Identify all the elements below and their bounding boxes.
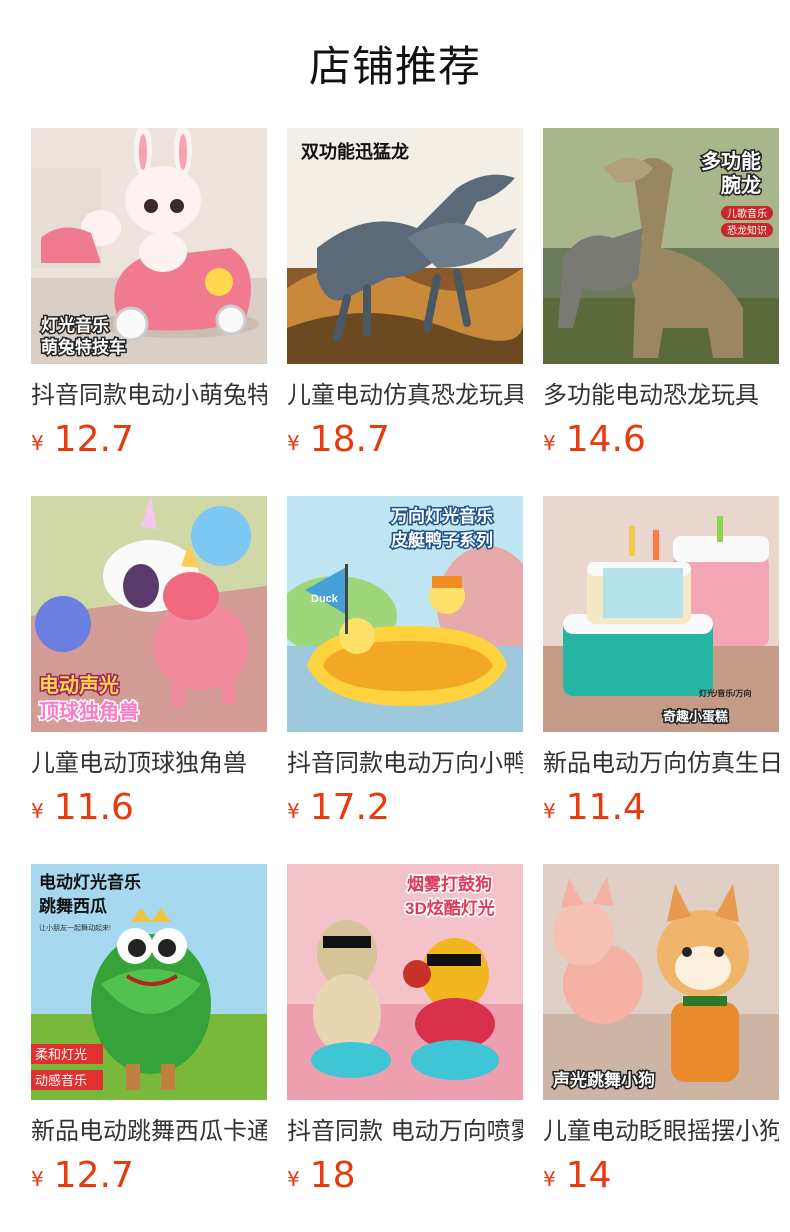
product-title[interactable]: 儿童电动顶球独角兽 [31, 746, 267, 780]
product-card[interactable]: 声光跳舞小狗 儿童电动眨眼摇摆小狗 ¥ 14 [543, 864, 779, 1232]
watermelon-dancer-icon: 电动灯光音乐 跳舞西瓜 让小朋友一起舞动起来! 柔和灯光 动感音乐 [31, 864, 267, 1100]
product-title[interactable]: 多功能电动恐龙玩具 [543, 378, 779, 412]
product-price: ¥ 12.7 [31, 419, 267, 460]
image-caption-2: 皮艇鸭子系列 [391, 530, 493, 550]
unicorn-ball-icon: 电动声光 顶球独角兽 [31, 496, 267, 732]
currency-symbol: ¥ [543, 799, 556, 823]
price-value: 11.4 [565, 787, 646, 828]
image-caption-1: 多功能 [701, 149, 761, 173]
image-caption-1: 电动灯光音乐 [39, 872, 141, 892]
brachiosaurus-icon: 多功能 腕龙 儿歌音乐 恐龙知识 [543, 128, 779, 364]
product-title[interactable]: 抖音同款 电动万向喷雾打鼓狗 [287, 1114, 523, 1148]
product-price: ¥ 14.6 [543, 419, 779, 460]
image-caption-1: 灯光音乐 [41, 315, 109, 335]
product-grid: 灯光音乐 萌兔特技车 抖音同款电动小萌兔特技车 ¥ 12.7 双功能迅猛龙 儿童… [31, 128, 780, 1232]
image-caption-1: 万向灯光音乐 [390, 506, 493, 526]
product-price: ¥ 14 [543, 1155, 779, 1196]
image-caption-2: 腕龙 [720, 173, 761, 197]
price-value: 14 [565, 1155, 612, 1196]
currency-symbol: ¥ [287, 799, 300, 823]
image-caption-1: 电动声光 [39, 673, 119, 697]
section-header: 店铺推荐 [0, 0, 790, 128]
bunny-scooter-icon: 灯光音乐 萌兔特技车 [31, 128, 267, 364]
price-value: 11.6 [53, 787, 134, 828]
product-title[interactable]: 抖音同款电动小萌兔特技车 [31, 378, 267, 412]
product-card[interactable]: 烟雾打鼓狗 3D炫酷灯光 抖音同款 电动万向喷雾打鼓狗 ¥ 18 [287, 864, 523, 1232]
page-title: 店铺推荐 [308, 41, 481, 91]
price-value: 17.2 [309, 787, 390, 828]
product-price: ¥ 18.7 [287, 419, 523, 460]
image-badge-2: 恐龙知识 [727, 224, 767, 237]
image-caption-3: 让小朋友一起舞动起来! [39, 923, 111, 932]
product-image[interactable]: 声光跳舞小狗 [543, 864, 779, 1100]
product-card[interactable]: 灯光音乐 萌兔特技车 抖音同款电动小萌兔特技车 ¥ 12.7 [31, 128, 267, 496]
product-card[interactable]: 奇趣小蛋糕 灯光/音乐/万向 新品电动万向仿真生日蛋糕 ¥ 11.4 [543, 496, 779, 864]
product-image[interactable]: 灯光音乐 萌兔特技车 [31, 128, 267, 364]
product-image[interactable]: 电动声光 顶球独角兽 [31, 496, 267, 732]
image-caption-2: 3D炫酷灯光 [405, 898, 495, 918]
product-title[interactable]: 新品电动跳舞西瓜卡通 [31, 1114, 267, 1148]
price-value: 12.7 [53, 1155, 134, 1196]
currency-symbol: ¥ [543, 1167, 556, 1191]
product-price: ¥ 11.4 [543, 787, 779, 828]
product-image[interactable]: 烟雾打鼓狗 3D炫酷灯光 [287, 864, 523, 1100]
product-card[interactable]: 电动灯光音乐 跳舞西瓜 让小朋友一起舞动起来! 柔和灯光 动感音乐 新品电动跳舞… [31, 864, 267, 1232]
image-caption-1: 灯光/音乐/万向 [699, 688, 751, 698]
price-value: 18.7 [309, 419, 390, 460]
image-badge-1: 柔和灯光 [35, 1047, 87, 1062]
image-caption-2: 萌兔特技车 [41, 337, 126, 357]
image-badge-1: 儿歌音乐 [727, 207, 767, 220]
product-image[interactable]: 双功能迅猛龙 [287, 128, 523, 364]
product-card[interactable]: Duck 万向灯光音乐 皮艇鸭子系列 抖音同款电动万向小鸭 ¥ 17.2 [287, 496, 523, 864]
image-caption-2: 奇趣小蛋糕 [663, 709, 728, 724]
product-image[interactable]: Duck 万向灯光音乐 皮艇鸭子系列 [287, 496, 523, 732]
price-value: 12.7 [53, 419, 134, 460]
image-caption-1: 双功能迅猛龙 [301, 141, 409, 162]
price-value: 14.6 [565, 419, 646, 460]
product-price: ¥ 12.7 [31, 1155, 267, 1196]
raptor-dinosaur-icon: 双功能迅猛龙 [287, 128, 523, 364]
birthday-cake-icon: 奇趣小蛋糕 灯光/音乐/万向 [543, 496, 779, 732]
product-price: ¥ 11.6 [31, 787, 267, 828]
drumming-dog-icon: 烟雾打鼓狗 3D炫酷灯光 [287, 864, 523, 1100]
image-caption-2: 跳舞西瓜 [39, 896, 107, 916]
currency-symbol: ¥ [31, 799, 44, 823]
product-card[interactable]: 多功能 腕龙 儿歌音乐 恐龙知识 多功能电动恐龙玩具 ¥ 14.6 [543, 128, 779, 496]
product-card[interactable]: 电动声光 顶球独角兽 儿童电动顶球独角兽 ¥ 11.6 [31, 496, 267, 864]
product-image[interactable]: 奇趣小蛋糕 灯光/音乐/万向 [543, 496, 779, 732]
product-title[interactable]: 儿童电动仿真恐龙玩具 [287, 378, 523, 412]
image-caption-1: 声光跳舞小狗 [552, 1070, 655, 1090]
product-price: ¥ 18 [287, 1155, 523, 1196]
currency-symbol: ¥ [543, 431, 556, 455]
currency-symbol: ¥ [287, 431, 300, 455]
product-title[interactable]: 抖音同款电动万向小鸭 [287, 746, 523, 780]
product-title[interactable]: 新品电动万向仿真生日蛋糕 [543, 746, 779, 780]
currency-symbol: ¥ [287, 1167, 300, 1191]
product-price: ¥ 17.2 [287, 787, 523, 828]
image-caption-2: 顶球独角兽 [39, 699, 139, 723]
image-flag-text: Duck [311, 593, 339, 605]
image-caption-1: 烟雾打鼓狗 [407, 874, 492, 894]
product-card[interactable]: 双功能迅猛龙 儿童电动仿真恐龙玩具 ¥ 18.7 [287, 128, 523, 496]
product-image[interactable]: 电动灯光音乐 跳舞西瓜 让小朋友一起舞动起来! 柔和灯光 动感音乐 [31, 864, 267, 1100]
image-badge-2: 动感音乐 [35, 1073, 87, 1088]
duck-boat-icon: Duck 万向灯光音乐 皮艇鸭子系列 [287, 496, 523, 732]
product-image[interactable]: 多功能 腕龙 儿歌音乐 恐龙知识 [543, 128, 779, 364]
currency-symbol: ¥ [31, 431, 44, 455]
product-title[interactable]: 儿童电动眨眼摇摆小狗 [543, 1114, 779, 1148]
shiba-dog-icon: 声光跳舞小狗 [543, 864, 779, 1100]
price-value: 18 [309, 1155, 356, 1196]
currency-symbol: ¥ [31, 1167, 44, 1191]
